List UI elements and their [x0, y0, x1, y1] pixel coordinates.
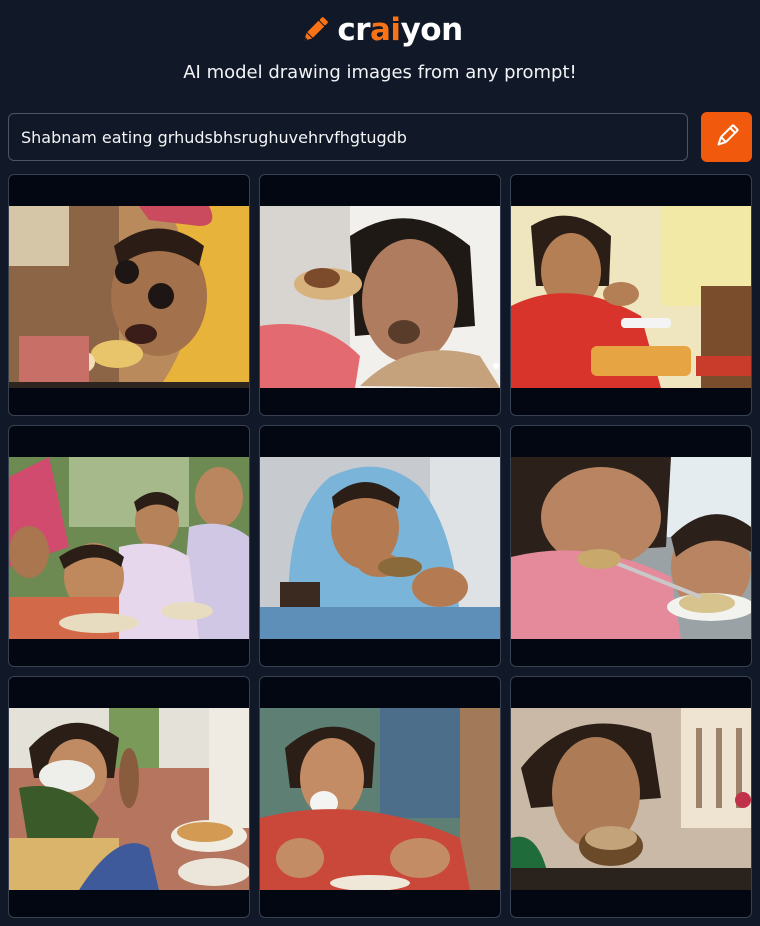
- result-image-2[interactable]: [259, 174, 501, 416]
- generated-image: [260, 708, 500, 890]
- brand-name-prefix: cr: [337, 12, 371, 48]
- result-image-7[interactable]: [8, 676, 250, 918]
- prompt-input[interactable]: [8, 113, 688, 161]
- result-image-4[interactable]: [8, 425, 250, 667]
- generated-image: [9, 457, 249, 639]
- generated-image: [260, 457, 500, 639]
- image-grid: [8, 174, 752, 918]
- pencil-icon: [297, 12, 333, 48]
- result-image-8[interactable]: [259, 676, 501, 918]
- tagline: AI model drawing images from any prompt!: [183, 62, 577, 83]
- brand-logo[interactable]: craiyon: [0, 10, 760, 50]
- brand-name-suffix: yon: [400, 12, 464, 48]
- result-image-6[interactable]: [510, 425, 752, 667]
- result-image-9[interactable]: [510, 676, 752, 918]
- generated-image: [9, 708, 249, 890]
- generated-image: [260, 206, 500, 388]
- generated-image: [9, 206, 249, 388]
- app-root: craiyon AI model drawing images from any…: [0, 0, 760, 926]
- brand-name: craiyon: [337, 12, 464, 48]
- result-image-5[interactable]: [259, 425, 501, 667]
- generated-image: [511, 457, 751, 639]
- result-image-1[interactable]: [8, 174, 250, 416]
- brand-name-accent: ai: [370, 12, 401, 48]
- result-image-3[interactable]: [510, 174, 752, 416]
- generated-image: [511, 206, 751, 388]
- draw-button[interactable]: [701, 112, 752, 162]
- pencil-icon: [713, 122, 741, 153]
- generated-image: [511, 708, 751, 890]
